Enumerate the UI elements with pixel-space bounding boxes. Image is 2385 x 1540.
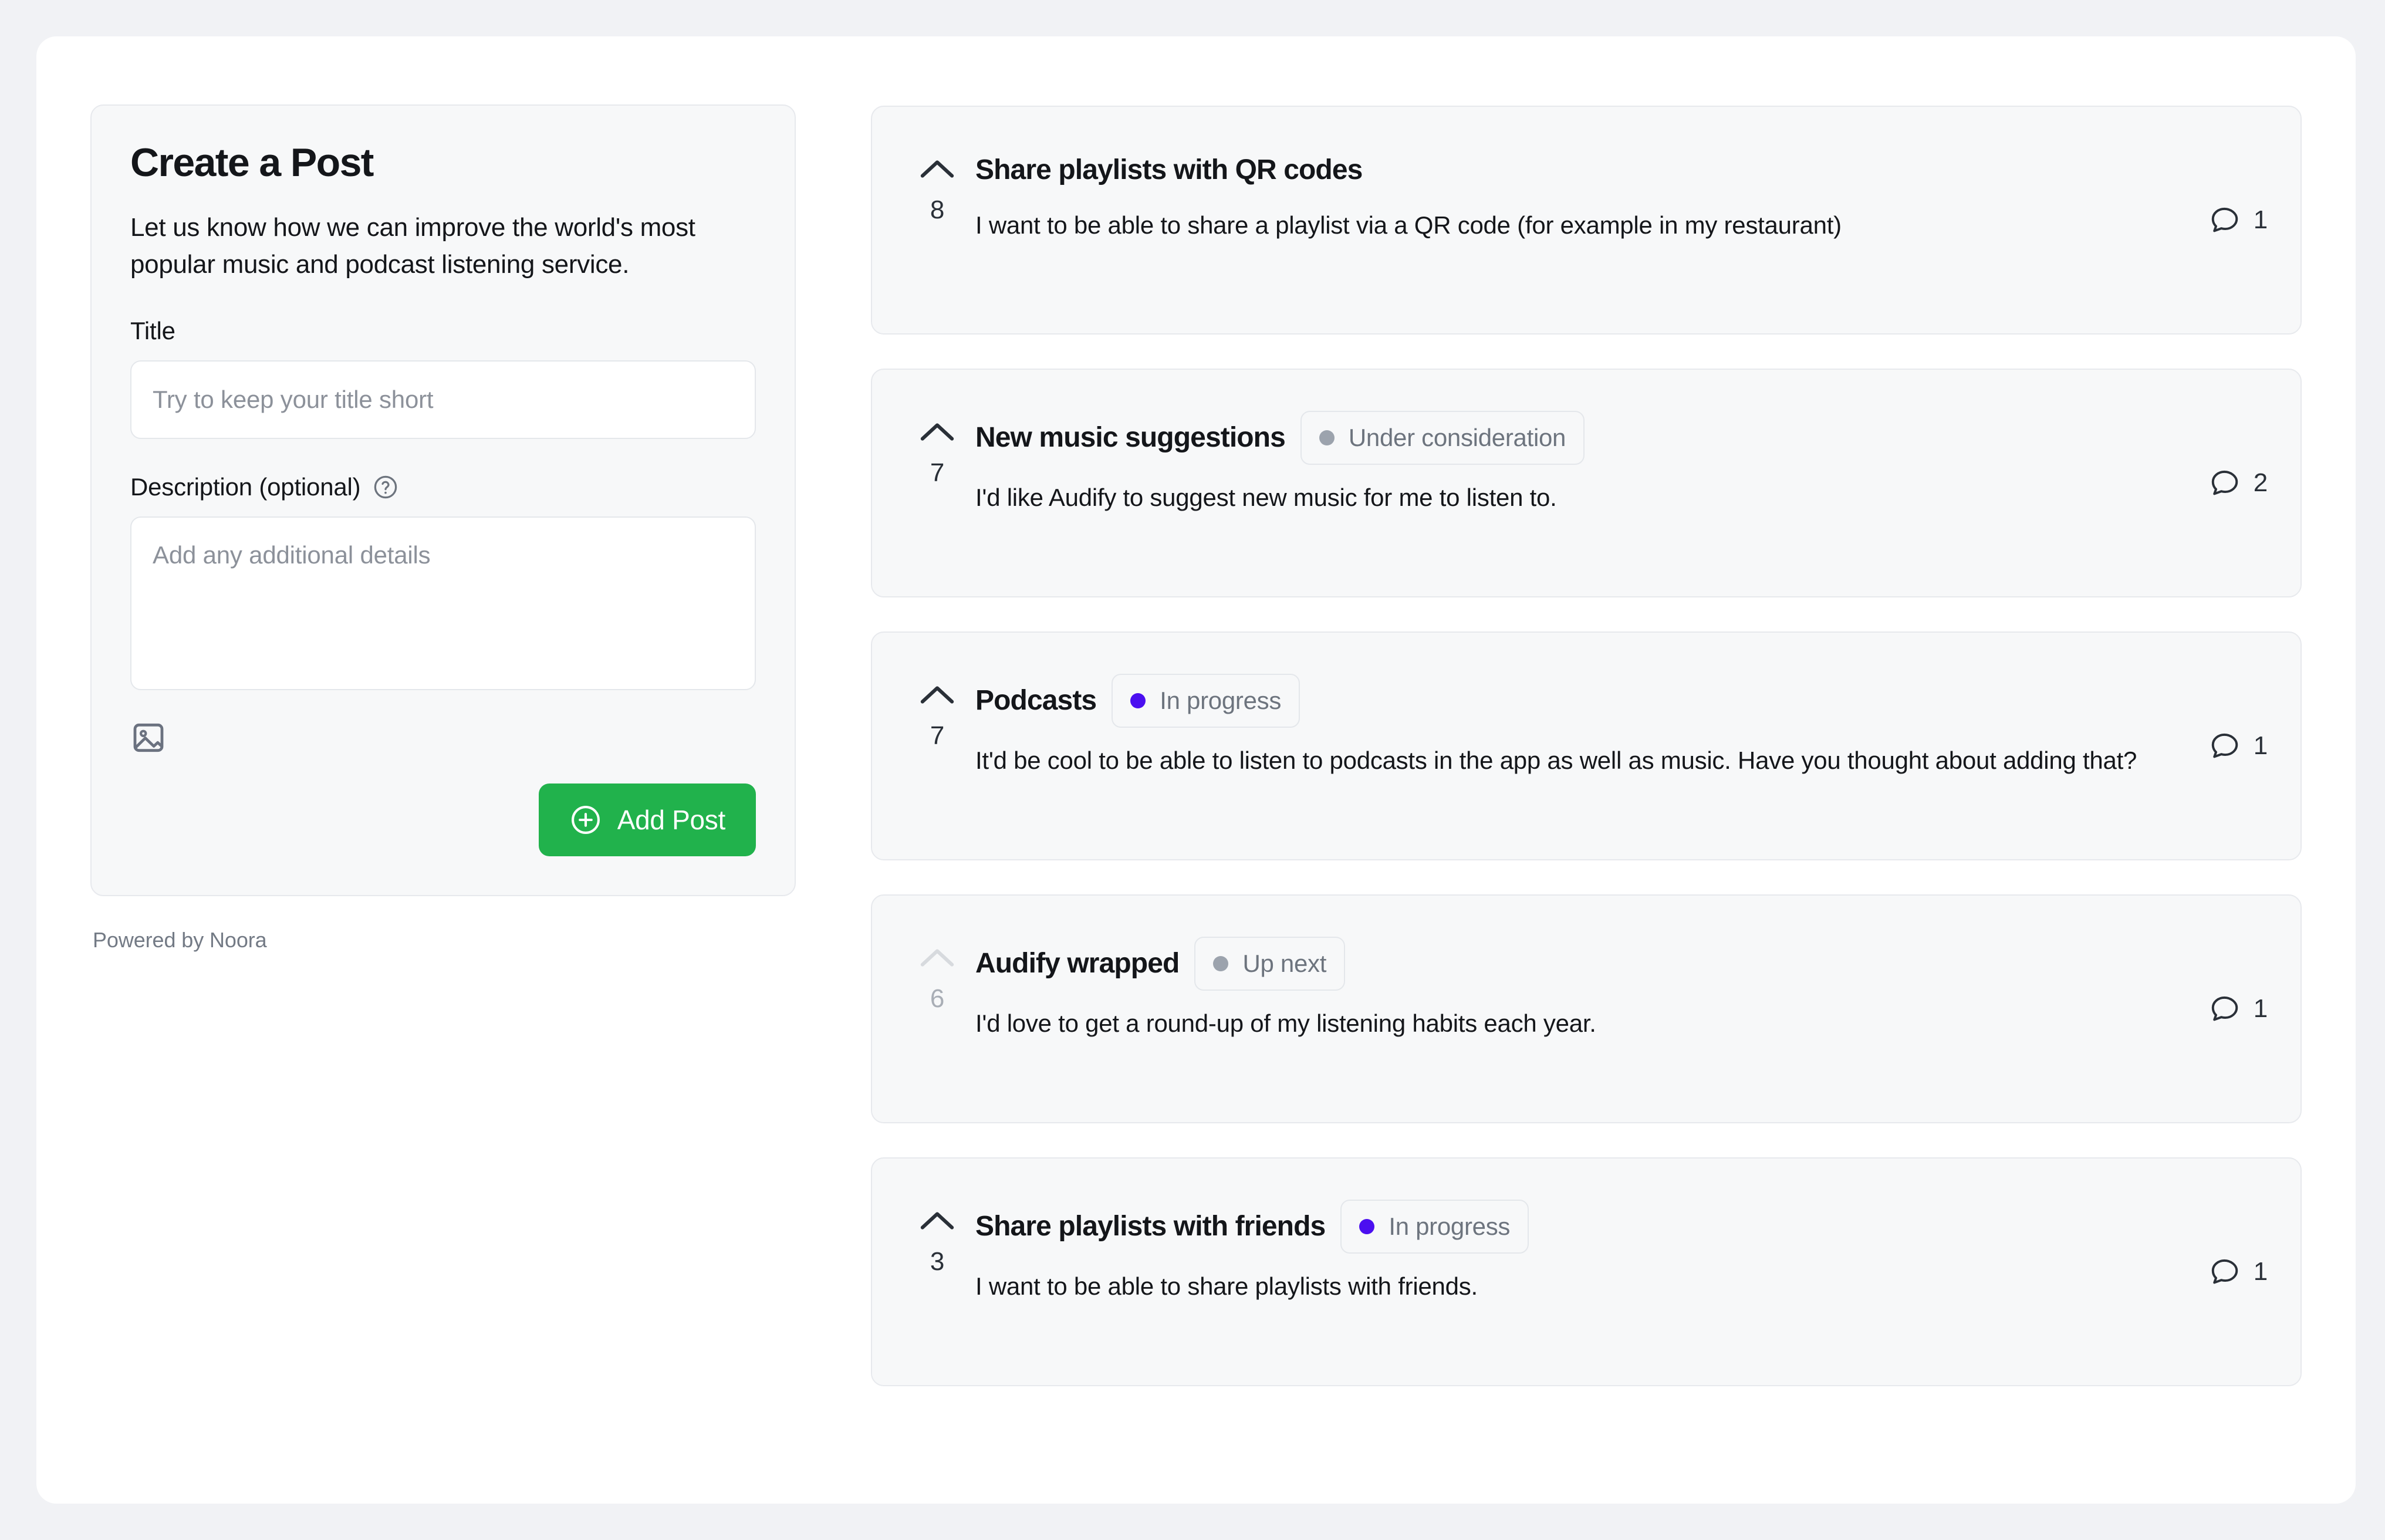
post-description: I'd like Audify to suggest new music for… bbox=[975, 484, 1557, 511]
title-field-label: Title bbox=[130, 317, 756, 345]
create-post-panel: Create a Post Let us know how we can imp… bbox=[90, 104, 796, 897]
app-body: Create a Post Let us know how we can imp… bbox=[36, 36, 2356, 1386]
post-content: Share playlists with friends In progress… bbox=[975, 1191, 2180, 1305]
comment-count-group[interactable]: 1 bbox=[2180, 1256, 2268, 1288]
chevron-up-icon bbox=[919, 157, 955, 181]
post-title: Podcasts bbox=[975, 684, 1097, 716]
status-badge: In progress bbox=[1112, 674, 1300, 728]
submit-row: Add Post bbox=[130, 783, 756, 857]
comment-count: 1 bbox=[2253, 205, 2268, 234]
post-title: New music suggestions bbox=[975, 421, 1286, 453]
comment-count: 1 bbox=[2253, 731, 2268, 760]
post-content: New music suggestions Under consideratio… bbox=[975, 403, 2180, 516]
status-dot bbox=[1319, 430, 1335, 445]
upvote-button[interactable]: 3 bbox=[899, 1191, 975, 1275]
posts-list: 8 Share playlists with QR codes I want t… bbox=[871, 104, 2302, 1386]
description-label-text: Description (optional) bbox=[130, 473, 361, 501]
vote-count: 8 bbox=[930, 195, 945, 224]
description-field-label: Description (optional) bbox=[130, 473, 756, 501]
status-dot bbox=[1359, 1219, 1375, 1234]
vote-count: 6 bbox=[930, 984, 945, 1013]
create-post-column: Create a Post Let us know how we can imp… bbox=[90, 104, 796, 953]
image-icon[interactable] bbox=[130, 720, 167, 756]
post-title: Audify wrapped bbox=[975, 947, 1180, 979]
add-post-button[interactable]: Add Post bbox=[538, 783, 756, 857]
comment-bubble-icon bbox=[2209, 730, 2241, 762]
comment-bubble-icon bbox=[2209, 993, 2241, 1025]
comment-bubble-icon bbox=[2209, 1256, 2241, 1288]
plus-circle-icon bbox=[569, 803, 602, 836]
comment-bubble-icon bbox=[2209, 204, 2241, 236]
status-dot bbox=[1213, 956, 1229, 971]
question-circle-icon[interactable] bbox=[372, 474, 399, 501]
attachment-row bbox=[130, 718, 756, 758]
upvote-button[interactable]: 7 bbox=[899, 666, 975, 749]
status-label: In progress bbox=[1389, 1213, 1511, 1240]
comment-count: 1 bbox=[2253, 994, 2268, 1023]
vote-count: 7 bbox=[930, 458, 945, 487]
comment-count: 1 bbox=[2253, 1257, 2268, 1286]
vote-count: 3 bbox=[930, 1247, 945, 1276]
app-shell: Create a Post Let us know how we can imp… bbox=[36, 36, 2356, 1504]
panel-subtitle: Let us know how we can improve the world… bbox=[130, 213, 695, 279]
comment-count-group[interactable]: 1 bbox=[2180, 204, 2268, 236]
post-header: Podcasts In progress bbox=[975, 674, 2180, 728]
post-content: Podcasts In progress It'd be cool to be … bbox=[975, 666, 2180, 779]
post-header: New music suggestions Under consideratio… bbox=[975, 411, 2180, 465]
comment-bubble-icon bbox=[2209, 467, 2241, 499]
chevron-up-icon bbox=[919, 946, 955, 970]
status-badge: In progress bbox=[1340, 1200, 1529, 1254]
page-title: Create a Post bbox=[130, 140, 374, 185]
post-header: Audify wrapped Up next bbox=[975, 937, 2180, 991]
post-card[interactable]: 3 Share playlists with friends In progre… bbox=[871, 1157, 2302, 1386]
upvote-button[interactable]: 7 bbox=[899, 403, 975, 486]
post-card[interactable]: 8 Share playlists with QR codes I want t… bbox=[871, 106, 2302, 335]
post-description: I want to be able to share playlists wit… bbox=[975, 1272, 1478, 1300]
powered-by-label: Powered by Noora bbox=[93, 928, 267, 953]
post-card[interactable]: 7 Podcasts In progress It'd be cool to b… bbox=[871, 631, 2302, 860]
title-label-text: Title bbox=[130, 317, 175, 345]
post-description: It'd be cool to be able to listen to pod… bbox=[975, 747, 2137, 774]
post-content: Share playlists with QR codes I want to … bbox=[975, 140, 2180, 244]
status-label: Up next bbox=[1242, 950, 1327, 977]
chevron-up-icon bbox=[919, 683, 955, 707]
upvote-button[interactable]: 8 bbox=[899, 140, 975, 223]
comment-count-group[interactable]: 1 bbox=[2180, 730, 2268, 762]
status-dot bbox=[1130, 693, 1146, 708]
post-header: Share playlists with friends In progress bbox=[975, 1200, 2180, 1254]
post-description: I want to be able to share a playlist vi… bbox=[975, 211, 1842, 239]
post-content: Audify wrapped Up next I'd love to get a… bbox=[975, 928, 2180, 1042]
upvote-button[interactable]: 6 bbox=[899, 928, 975, 1012]
comment-count-group[interactable]: 2 bbox=[2180, 467, 2268, 499]
comment-count-group[interactable]: 1 bbox=[2180, 993, 2268, 1025]
add-post-label: Add Post bbox=[617, 805, 726, 836]
chevron-up-icon bbox=[919, 420, 955, 444]
post-card[interactable]: 6 Audify wrapped Up next I'd love to get… bbox=[871, 894, 2302, 1123]
description-textarea[interactable] bbox=[130, 516, 756, 691]
status-badge: Under consideration bbox=[1300, 411, 1585, 465]
status-badge: Up next bbox=[1194, 937, 1346, 991]
status-label: In progress bbox=[1160, 687, 1282, 714]
post-header: Share playlists with QR codes bbox=[975, 148, 2180, 192]
post-title: Share playlists with friends bbox=[975, 1210, 1326, 1242]
status-label: Under consideration bbox=[1348, 424, 1566, 451]
title-input[interactable] bbox=[130, 360, 756, 440]
comment-count: 2 bbox=[2253, 468, 2268, 497]
post-title: Share playlists with QR codes bbox=[975, 154, 1363, 185]
chevron-up-icon bbox=[919, 1209, 955, 1232]
post-description: I'd love to get a round-up of my listeni… bbox=[975, 1009, 1596, 1037]
vote-count: 7 bbox=[930, 721, 945, 750]
post-card[interactable]: 7 New music suggestions Under considerat… bbox=[871, 369, 2302, 597]
